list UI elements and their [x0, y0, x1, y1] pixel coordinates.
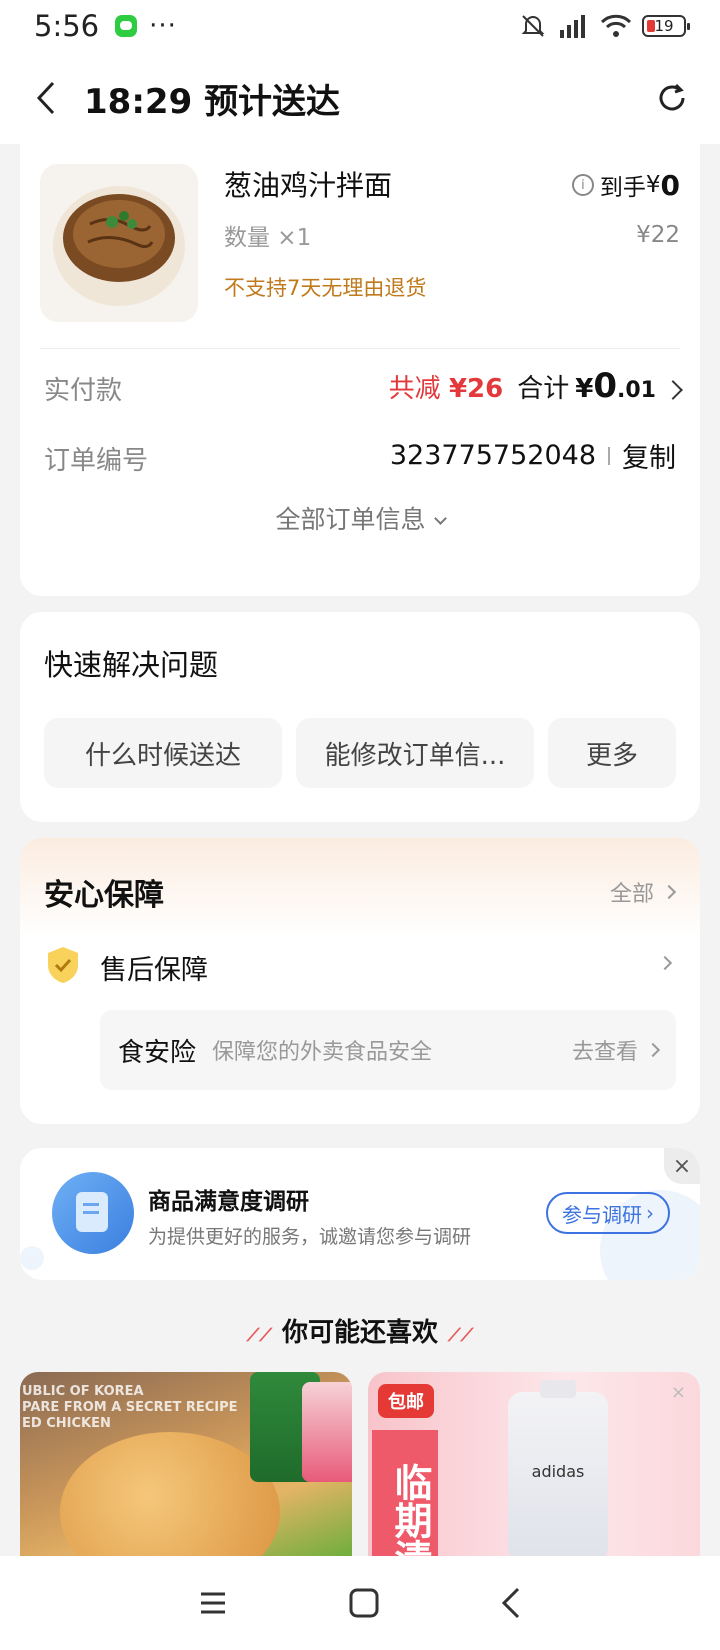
survey-card: 商品满意度调研 为提供更好的服务，诚邀请您参与调研 参与调研 › ×: [20, 1148, 700, 1280]
order-number-label: 订单编号: [44, 446, 149, 476]
refresh-button[interactable]: [648, 74, 696, 122]
paid-label: 实付款: [44, 376, 123, 406]
more-notifications-icon: ···: [149, 11, 177, 41]
menu-icon[interactable]: [198, 1588, 228, 1618]
order-card: 葱油鸡汁拌面 数量 ×1 不支持7天无理由退货 i 到手 ¥ 0 ¥22 实付款…: [20, 134, 700, 596]
all-order-info-toggle[interactable]: 全部订单信息: [20, 500, 700, 536]
close-icon[interactable]: ×: [671, 1382, 686, 1403]
top-bar: 18:29 预计送达: [0, 52, 720, 144]
system-nav-bar: [0, 1556, 720, 1650]
status-time: 5:56: [34, 9, 100, 43]
chevron-right-icon: [663, 380, 683, 400]
net-price[interactable]: i 到手 ¥ 0: [571, 168, 680, 202]
info-icon[interactable]: i: [571, 174, 594, 196]
survey-title: 商品满意度调研: [148, 1189, 309, 1215]
assurance-card: 安心保障 全部 售后保障 食安险 保障您的外卖食品安全 去查看: [20, 838, 700, 1124]
quick-solve-title: 快速解决问题: [44, 648, 219, 682]
decor-icon: ⟋⟋: [448, 1325, 474, 1346]
refresh-icon: [659, 83, 685, 111]
bottle-image: adidas: [508, 1380, 608, 1556]
noodle-bowl-image: [53, 186, 185, 306]
order-number-row: 323775752048 复制: [390, 436, 676, 475]
battery-icon: 19: [642, 15, 690, 37]
chevron-right-icon: [645, 1042, 661, 1058]
brand-label: adidas: [531, 1462, 585, 1481]
discount-amount: 共减 ¥26: [388, 374, 504, 404]
home-icon[interactable]: [348, 1587, 380, 1619]
product-overlay-text: UBLIC OF KOREA PARE FROM A SECRET RECIPE…: [22, 1384, 238, 1431]
chevron-down-icon: [433, 512, 447, 525]
chevron-right-icon: ›: [646, 1201, 654, 1225]
quick-solve-card: 快速解决问题 什么时候送达 能修改订单信... 更多: [20, 612, 700, 822]
recommend-title: ⟋⟋ 你可能还喜欢 ⟋⟋: [246, 1318, 474, 1348]
decor-bubble: [20, 1246, 44, 1270]
message-app-icon: [115, 15, 138, 37]
separator: [608, 446, 610, 465]
modify-order-button[interactable]: 能修改订单信...: [296, 718, 534, 788]
paid-summary[interactable]: 共减 ¥26 合计 ¥ 0 .01: [388, 366, 683, 406]
assurance-title: 安心保障: [44, 878, 164, 913]
food-image[interactable]: [40, 164, 198, 322]
signal-icon: [560, 15, 585, 38]
when-delivered-button[interactable]: 什么时候送达: [44, 718, 282, 788]
food-name[interactable]: 葱油鸡汁拌面: [224, 164, 392, 204]
view-insurance-link[interactable]: 去查看: [572, 1034, 661, 1066]
recommend-item-bodywash[interactable]: 包邮 临期清 adidas ×: [368, 1372, 700, 1556]
decor-icon: ⟋⟋: [246, 1325, 272, 1346]
insurance-desc: 保障您的外卖食品安全: [212, 1040, 433, 1065]
free-shipping-badge: 包邮: [378, 1384, 434, 1418]
insurance-name: 食安险: [118, 1037, 197, 1068]
close-icon[interactable]: ×: [664, 1148, 700, 1184]
fried-chicken-image: [60, 1432, 280, 1556]
divider: [40, 348, 680, 349]
wifi-icon: [600, 14, 632, 37]
drink-can-image: [302, 1382, 352, 1482]
recommend-item-fried-chicken[interactable]: UBLIC OF KOREA PARE FROM A SECRET RECIPE…: [20, 1372, 352, 1556]
food-quantity: 数量 ×1: [224, 225, 312, 251]
shield-check-icon: [48, 947, 78, 983]
food-insurance-row[interactable]: 食安险 保障您的外卖食品安全 去查看: [100, 1010, 676, 1090]
status-icons: 19: [520, 13, 690, 39]
back-icon[interactable]: [500, 1587, 522, 1619]
copy-button[interactable]: 复制: [622, 436, 676, 475]
assurance-all-link[interactable]: 全部: [610, 876, 677, 908]
join-survey-button[interactable]: 参与调研 ›: [546, 1192, 670, 1234]
mute-bell-icon: [521, 15, 545, 37]
survey-document-icon: [52, 1172, 134, 1254]
back-button[interactable]: [24, 76, 68, 120]
order-number: 323775752048: [389, 440, 596, 471]
survey-subtitle: 为提供更好的服务，诚邀请您参与调研: [148, 1226, 472, 1248]
clearance-banner: 临期清: [372, 1430, 438, 1556]
original-price: ¥22: [636, 222, 680, 248]
more-button[interactable]: 更多: [548, 718, 676, 788]
chevron-right-icon[interactable]: [657, 955, 673, 971]
chevron-right-icon: [661, 884, 677, 900]
back-arrow-icon: [36, 81, 55, 115]
status-bar: 5:56 ··· 19: [0, 0, 720, 52]
return-policy-note: 不支持7天无理由退货: [224, 276, 427, 300]
page-title: 18:29 预计送达: [84, 81, 341, 122]
after-sale-label[interactable]: 售后保障: [100, 948, 208, 987]
